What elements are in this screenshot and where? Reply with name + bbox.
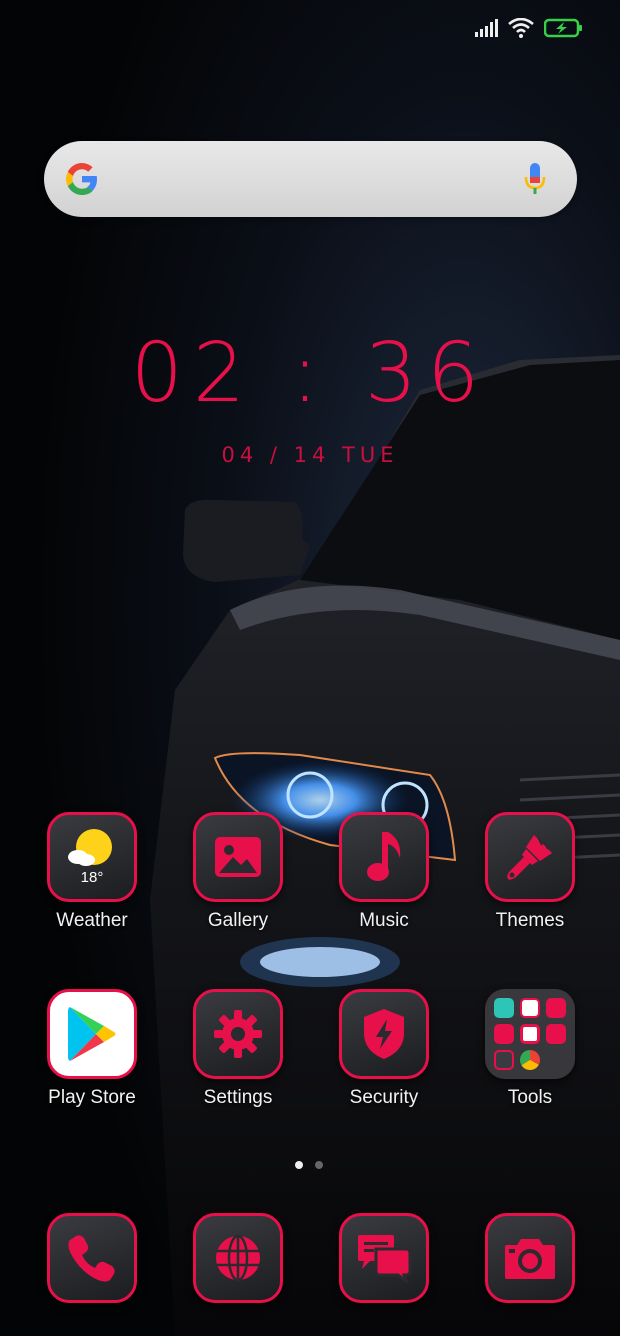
app-themes[interactable]: Themes — [470, 812, 590, 932]
page-indicator[interactable] — [295, 1161, 323, 1169]
gallery-icon — [215, 837, 261, 877]
signal-icon — [475, 19, 498, 37]
wifi-icon — [508, 18, 534, 38]
clock-date[interactable]: 04 / 14 TUE — [0, 443, 620, 467]
shield-icon — [364, 1009, 404, 1059]
youtube-mini-icon — [546, 1024, 566, 1044]
settings-tile[interactable] — [193, 989, 283, 1079]
google-search-bar[interactable] — [44, 141, 577, 217]
app-music[interactable]: Music — [324, 812, 444, 932]
dock-camera[interactable] — [470, 1213, 590, 1303]
themes-tile[interactable] — [485, 812, 575, 902]
app-play-store[interactable]: Play Store — [32, 989, 152, 1109]
app-label-music: Music — [359, 910, 409, 931]
gmail-mini-icon — [520, 1024, 540, 1044]
dock-browser[interactable] — [178, 1213, 298, 1303]
app-security[interactable]: Security — [324, 989, 444, 1109]
paintbrush-icon — [507, 835, 552, 880]
globe-icon — [216, 1234, 260, 1282]
play-store-icon — [68, 1007, 116, 1061]
music-note-icon — [367, 832, 401, 881]
play-store-tile[interactable] — [47, 989, 137, 1079]
folder-icon — [494, 998, 566, 1070]
play-music-mini-icon — [546, 998, 566, 1018]
camera-icon — [505, 1239, 555, 1279]
dock-phone[interactable] — [32, 1213, 152, 1303]
app-label-weather: Weather — [56, 910, 128, 931]
google-logo — [66, 163, 97, 195]
music-tile[interactable] — [339, 812, 429, 902]
app-label-tools: Tools — [507, 1087, 553, 1108]
status-bar — [474, 16, 584, 40]
app-gallery[interactable]: Gallery — [178, 812, 298, 932]
weather-icon — [68, 829, 112, 866]
recorder-mini-icon — [494, 1050, 514, 1070]
messages-icon — [358, 1235, 412, 1283]
phone-tile[interactable] — [47, 1213, 137, 1303]
page-dot-1[interactable] — [295, 1161, 303, 1169]
app-tools-folder[interactable]: Tools — [470, 989, 590, 1109]
scanner-mini-icon — [494, 998, 514, 1018]
app-label-security: Security — [349, 1087, 419, 1108]
camera-tile[interactable] — [485, 1213, 575, 1303]
weather-tile[interactable]: 18° — [47, 812, 137, 902]
page-dot-2[interactable] — [315, 1161, 323, 1169]
clock-time[interactable]: 02 : 36 — [0, 326, 620, 421]
app-label-play-store: Play Store — [48, 1087, 136, 1108]
gear-icon — [214, 1010, 262, 1058]
phone-icon — [68, 1235, 115, 1282]
mic-icon[interactable] — [523, 161, 547, 197]
contacts-mini-icon — [494, 1024, 514, 1044]
play-games-mini-icon — [520, 998, 540, 1018]
browser-tile[interactable] — [193, 1213, 283, 1303]
battery-charging-icon — [544, 18, 582, 38]
app-settings[interactable]: Settings — [178, 989, 298, 1109]
messages-tile[interactable] — [339, 1213, 429, 1303]
tools-folder-tile[interactable] — [485, 989, 575, 1079]
app-label-gallery: Gallery — [207, 910, 269, 931]
chrome-mini-icon — [520, 1050, 540, 1070]
security-tile[interactable] — [339, 989, 429, 1079]
weather-temperature: 18° — [80, 869, 104, 886]
app-label-settings: Settings — [203, 1087, 273, 1108]
dock-messages[interactable] — [324, 1213, 444, 1303]
app-weather[interactable]: 18° Weather — [32, 812, 152, 932]
app-label-themes: Themes — [495, 910, 565, 931]
gallery-tile[interactable] — [193, 812, 283, 902]
